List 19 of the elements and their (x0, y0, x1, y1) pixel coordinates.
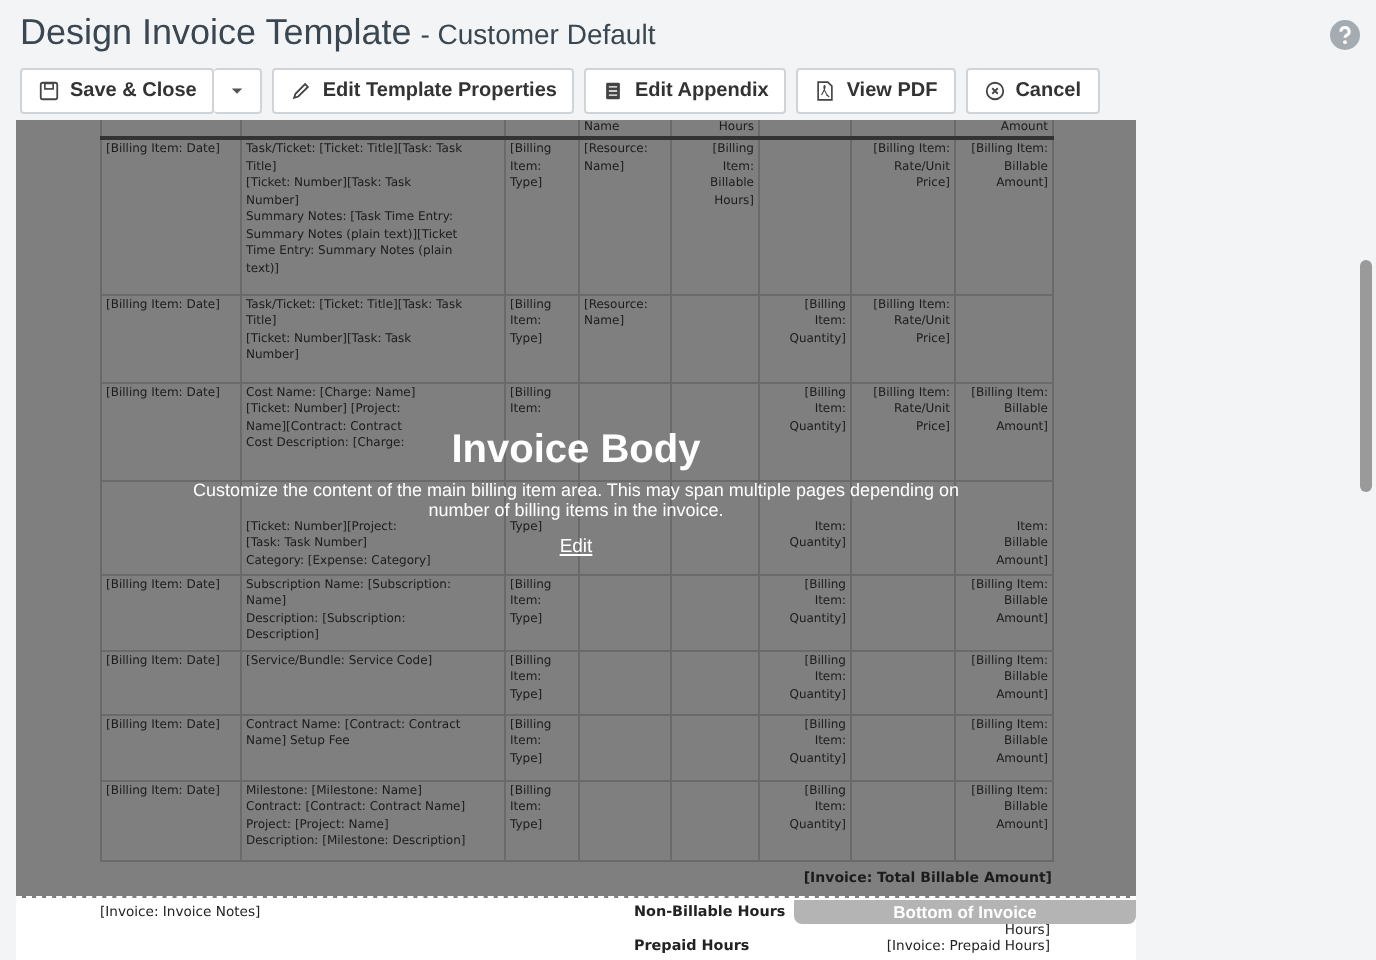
dropdown-button[interactable] (214, 68, 263, 114)
cancel-button[interactable]: Cancel (965, 68, 1099, 114)
save-close-button[interactable]: Save & Close (20, 68, 215, 114)
edit-link[interactable]: Edit (559, 536, 593, 558)
edit-appendix-button[interactable]: Edit Appendix (584, 68, 787, 114)
page-subtitle: - Customer Default (420, 18, 656, 50)
view-pdf-button[interactable]: View PDF (796, 68, 956, 114)
close-icon (983, 80, 1006, 102)
section-description: Customize the content of the main billing item area. This may span multiple pages depending on number of billing items in the invoice. (190, 480, 962, 520)
edit-properties-button[interactable]: Edit Template Properties (272, 68, 575, 114)
section-title: Invoice Body (451, 428, 701, 472)
pdf-file-icon (814, 80, 837, 102)
pencil-icon (290, 80, 313, 102)
document-icon (602, 80, 625, 102)
scrollbar[interactable] (1360, 260, 1372, 492)
save-icon (38, 80, 60, 102)
help-icon[interactable] (1330, 20, 1360, 50)
caret-icon (230, 86, 245, 96)
page-title: Design Invoice Template (20, 12, 412, 52)
